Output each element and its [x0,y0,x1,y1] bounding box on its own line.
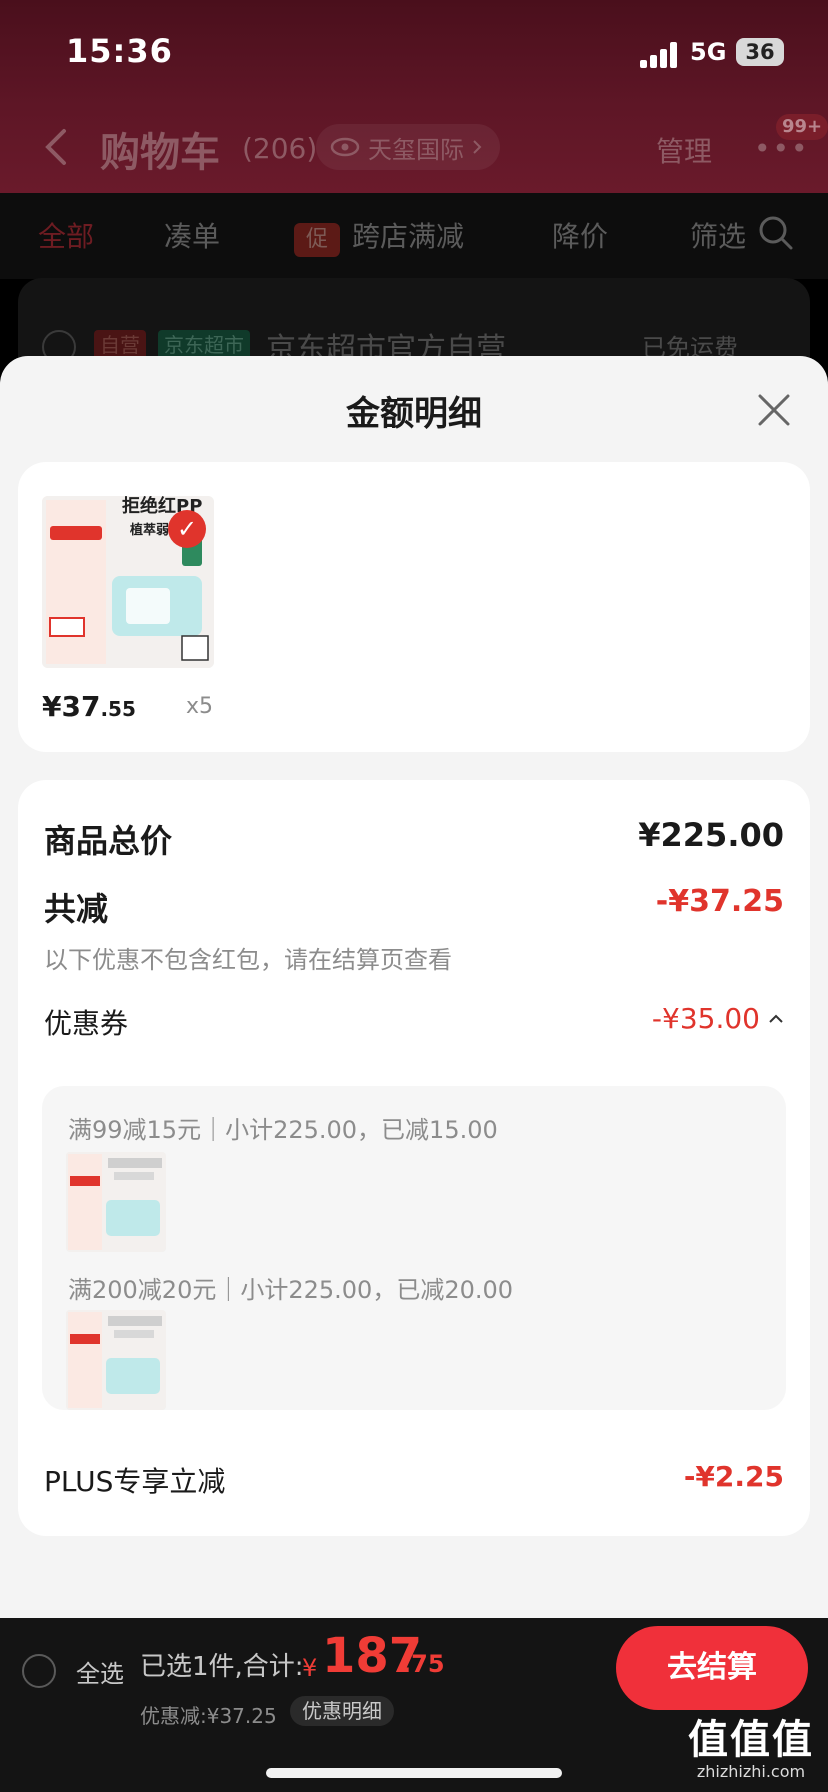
coupon-rule-2: 满200减20元｜小计225.00，已减20.00 [68,1276,514,1304]
total-amount-dec: .75 [402,1650,445,1678]
chevron-right-icon [473,140,482,154]
chevron-up-icon [769,1014,783,1023]
product-quantity: x5 [186,694,214,719]
back-arrow-icon[interactable] [42,128,70,166]
signal-icon [640,42,680,68]
product-card: 拒绝红PP 植萃弱酸 ✓ ¥37.55 x5 [18,462,810,752]
status-bar: 15:36 5G 36 [0,0,828,100]
coupon-value: -¥35.00 [651,1002,760,1035]
manage-button[interactable]: 管理 [656,130,712,170]
battery-icon: 36 [736,38,784,66]
price-detail-card: 商品总价 ¥225.00 共减 -¥37.25 以下优惠不包含红包，请在结算页查… [18,780,810,1536]
plus-discount-label: PLUS专享立减 [44,1465,226,1498]
close-icon[interactable] [756,392,792,428]
filter-price-drop[interactable]: 降价 [552,215,608,255]
watermark-glyphs: 值值值 [688,1717,814,1763]
product-price-int: ¥37 [42,690,101,723]
coupon-label: 优惠券 [44,1007,129,1040]
address-selector[interactable]: 天玺国际 [316,124,500,170]
search-icon[interactable] [758,215,794,251]
promo-tag: 促 [294,223,340,257]
cart-count: (206) [242,132,318,165]
watermark: 值值值 zhizhizhi.com [676,1718,826,1790]
product-price: ¥37.55 [42,690,136,723]
eye-icon [330,137,360,157]
total-price-value: ¥225.00 [638,816,784,854]
status-time: 15:36 [66,32,173,70]
selected-count: 已选1件,合计: [140,1652,304,1682]
product-price-dec: .55 [100,697,136,721]
coupon-detail-box: 满99减15元｜小计225.00，已减15.00 满200减20元｜小计225.… [42,1086,786,1410]
discount-detail-button[interactable]: 优惠明细 [290,1696,394,1726]
total-reduce-label: 共减 [44,890,109,928]
total-currency: ¥ [302,1654,318,1682]
filter-screen[interactable]: 筛选 [690,215,746,255]
select-all-radio[interactable] [22,1654,56,1688]
total-price-label: 商品总价 [44,822,173,860]
checkout-button[interactable]: 去结算 [616,1626,808,1710]
select-all-label[interactable]: 全选 [76,1654,124,1689]
checked-icon: ✓ [168,510,206,548]
checkout-bar: 全选 已选1件,合计: ¥ 187 .75 优惠减:¥37.25 优惠明细 去结… [0,1618,828,1792]
sheet-title: 金额明细 [346,394,482,434]
filter-bundle[interactable]: 凑单 [164,215,220,255]
message-badge: 99+ [776,114,828,140]
filter-bar: 全部 凑单 促跨店满减 降价 筛选 [0,193,828,279]
watermark-url: zhizhizhi.com [696,1762,806,1781]
cart-navbar: 购物车 (206) 天玺国际 管理 ••• 99+ [0,110,828,184]
filter-cross-store[interactable]: 促跨店满减 [294,215,464,257]
coupon-product-image-1 [66,1152,166,1252]
address-label: 天玺国际 [368,135,464,164]
home-indicator [266,1768,562,1778]
discount-summary: 优惠减:¥37.25 [140,1704,277,1728]
coupon-rule-1: 满99减15元｜小计225.00，已减15.00 [68,1116,498,1144]
total-reduce-value: -¥37.25 [655,884,784,919]
amount-detail-sheet: 金额明细 拒绝红PP 植萃弱酸 ✓ ¥37.55 x5 商品总价 ¥225.00… [0,356,828,1618]
coupon-toggle[interactable]: -¥35.00 [652,1002,784,1035]
filter-all[interactable]: 全部 [38,215,94,255]
filter-cross-store-label: 跨店满减 [352,220,465,253]
page-title: 购物车 [100,130,220,176]
plus-discount-value: -¥2.25 [683,1460,784,1493]
coupon-product-image-2 [66,1310,166,1410]
network-type: 5G [690,38,727,66]
reduce-note: 以下优惠不包含红包，请在结算页查看 [44,946,452,974]
